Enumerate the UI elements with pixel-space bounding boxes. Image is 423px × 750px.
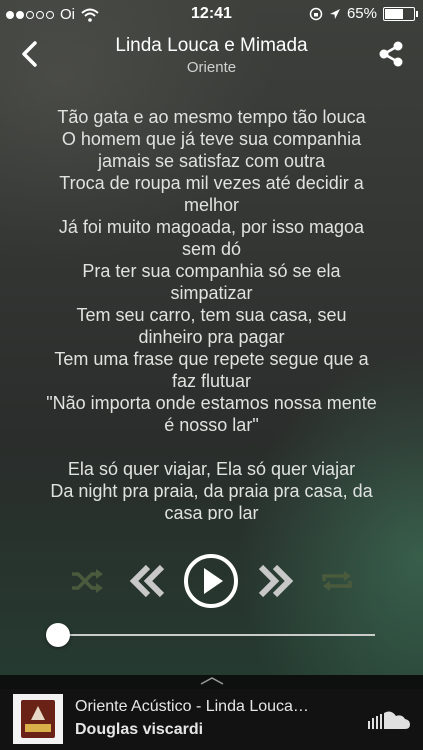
rotation-lock-icon xyxy=(309,7,323,20)
status-right: 65% xyxy=(309,5,418,22)
next-icon[interactable] xyxy=(255,563,295,599)
song-title: Linda Louca e Mimada xyxy=(115,35,308,56)
lyric-line: Tem uma frase que repete segue que a xyxy=(54,349,369,369)
lyric-line: Pra ter sua companhia só se ela xyxy=(82,261,341,281)
location-icon xyxy=(329,8,340,19)
repeat-icon[interactable] xyxy=(320,568,354,594)
album-art xyxy=(13,694,63,744)
battery-fill xyxy=(385,8,404,19)
back-icon[interactable] xyxy=(18,40,42,68)
lyric-line: Tem seu carro, tem sua casa, seu xyxy=(76,305,347,325)
lyric-line: Ela só quer viajar, Ela só quer viajar xyxy=(67,459,356,479)
status-bar: Oi 12:41 65% xyxy=(0,0,423,28)
lyric-line: casa pro lar xyxy=(164,503,259,520)
mini-player-title: Oriente Acústico - Linda Louca… xyxy=(75,698,309,715)
song-artist: Oriente xyxy=(186,59,237,76)
shuffle-icon[interactable] xyxy=(70,568,104,594)
previous-icon[interactable] xyxy=(128,563,168,599)
mini-player-artist: Douglas viscardi xyxy=(75,721,204,738)
lyric-line: é nosso lar" xyxy=(164,415,259,435)
lyric-line: Já foi muito magoada, por isso magoa xyxy=(58,217,365,237)
lyric-line: faz flutuar xyxy=(171,371,252,391)
lyric-line: dinheiro pra pagar xyxy=(138,327,285,347)
play-button[interactable] xyxy=(184,554,238,608)
lyric-line: Tão gata e ao mesmo tempo tão louca xyxy=(57,107,366,127)
chevron-up-icon[interactable] xyxy=(199,676,225,686)
lyric-line: simpatizar xyxy=(170,283,253,303)
play-icon xyxy=(204,568,223,594)
lyric-line xyxy=(14,436,409,458)
battery-icon xyxy=(383,6,418,21)
mini-player[interactable]: Oriente Acústico - Linda Louca… Douglas … xyxy=(0,689,423,750)
battery-percent: 65% xyxy=(346,5,377,22)
lyric-line: melhor xyxy=(183,195,240,215)
lyrics-panel[interactable]: Tão gata e ao mesmo tempo tão louca O hom… xyxy=(14,106,409,520)
lyric-line: Troca de roupa mil vezes até decidir a xyxy=(59,173,364,193)
lyric-line: O homem que já teve sua companhia xyxy=(61,129,362,149)
progress-track[interactable] xyxy=(52,634,375,636)
lyric-line: "Não importa onde estamos nossa mente xyxy=(46,393,377,413)
lyric-line: sem dó xyxy=(181,239,242,259)
soundcloud-icon xyxy=(368,711,410,729)
lyric-line: Da night pra praia, da praia pra casa, d… xyxy=(50,481,373,501)
playback-controls xyxy=(0,548,423,612)
lyric-line: jamais se satisfaz com outra xyxy=(97,151,326,171)
share-icon[interactable] xyxy=(377,40,405,68)
